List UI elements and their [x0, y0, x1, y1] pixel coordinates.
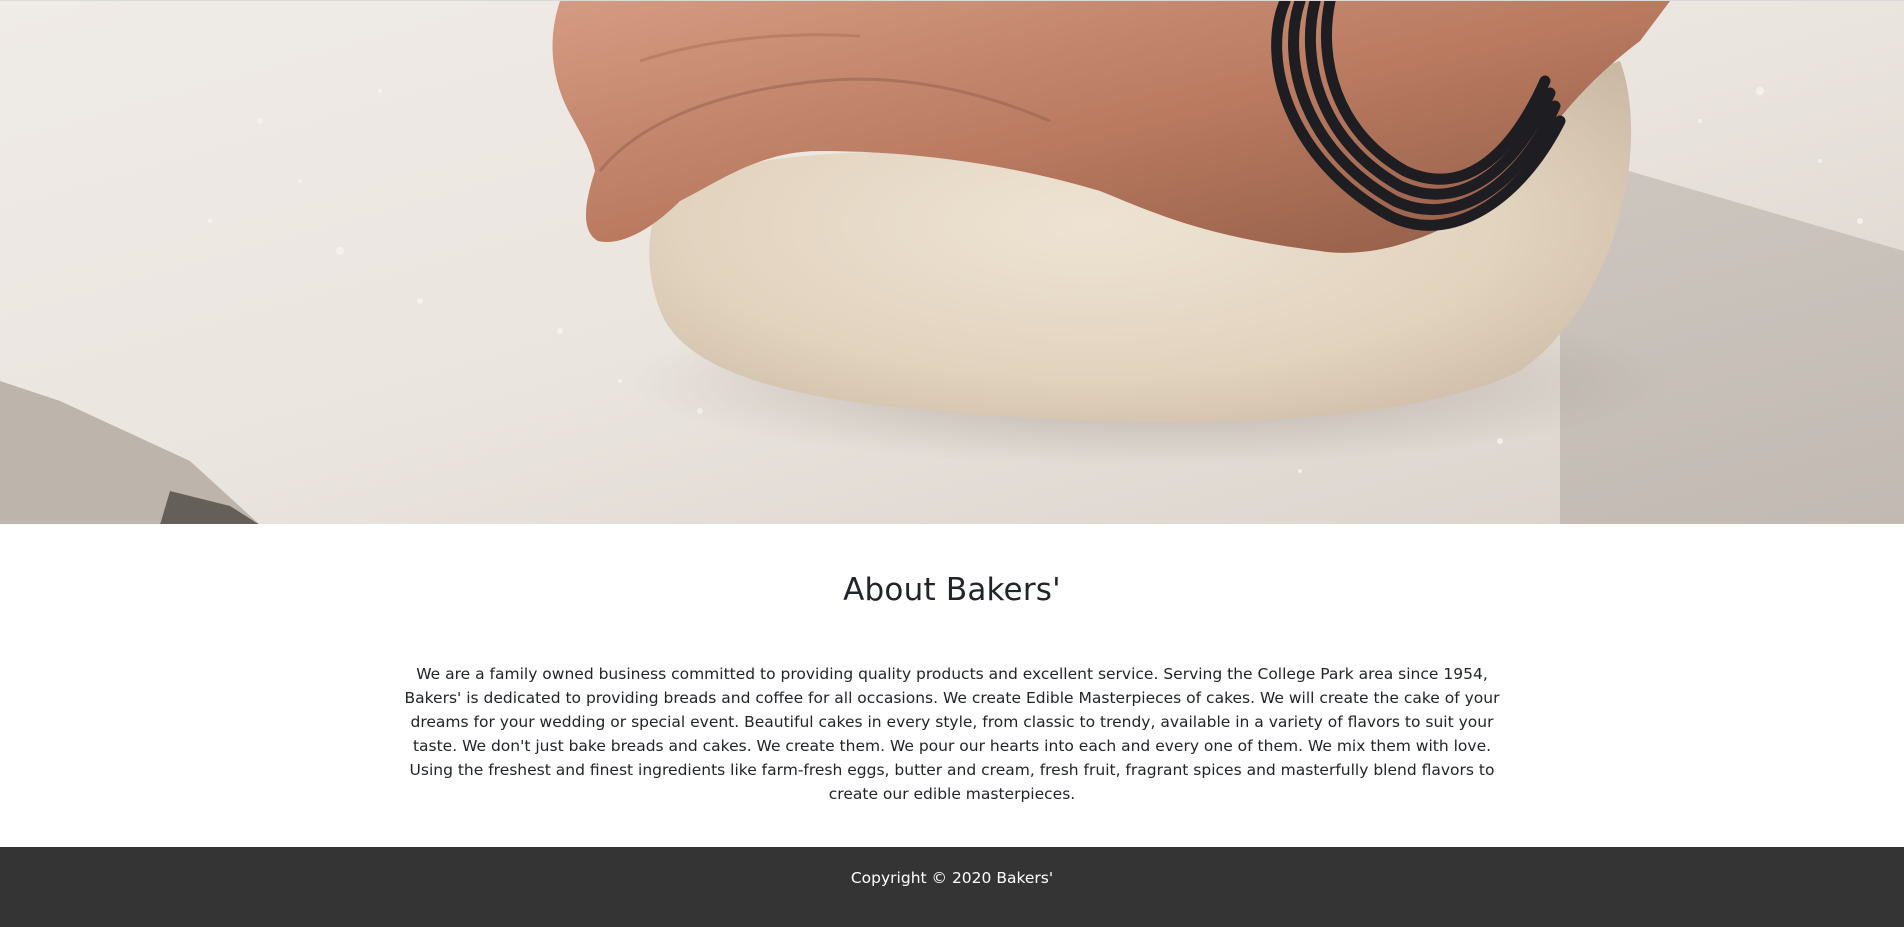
hero-banner [0, 0, 1904, 524]
about-paragraph: We are a family owned business committed… [404, 665, 1500, 803]
about-title: About Bakers' [843, 572, 1061, 608]
about-section: About Bakers' We are a family owned busi… [0, 524, 1904, 847]
footer: Copyright © 2020 Bakers' [0, 847, 1904, 927]
copyright-text: Copyright © 2020 Bakers' [850, 869, 1054, 887]
dough-kneading-photo [0, 1, 1904, 524]
